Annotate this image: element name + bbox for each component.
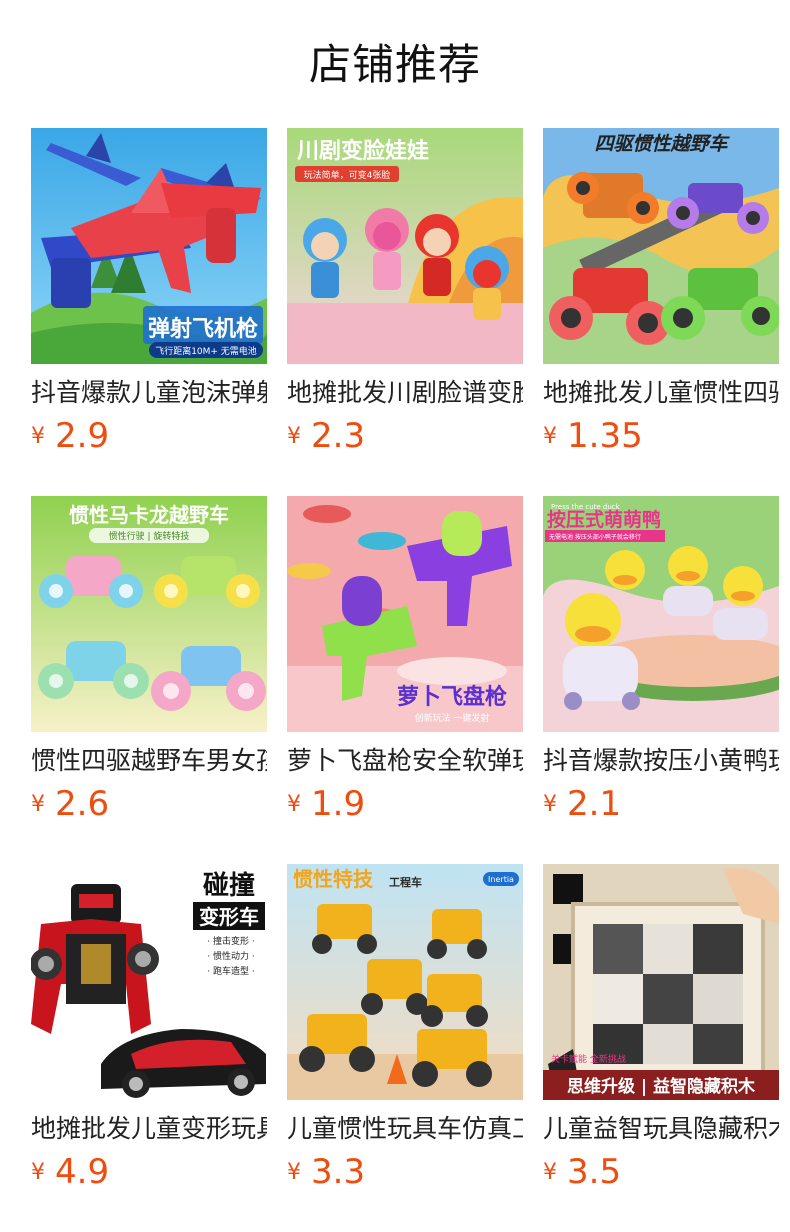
image-label: 四驱惯性越野车 <box>594 133 730 155</box>
image-bullet: · 跑车造型 · <box>207 965 254 977</box>
product-image[interactable]: 四驱惯性越野车 <box>543 128 779 364</box>
product-price: ¥3.3 <box>287 1150 365 1194</box>
product-image[interactable]: 川剧变脸娃娃 玩法简单，可变4张脸 <box>287 128 523 364</box>
product-name[interactable]: 地摊批发儿童惯性四驱越野车 <box>543 376 779 410</box>
currency-symbol: ¥ <box>287 424 301 449</box>
price-value: 1.9 <box>311 784 366 824</box>
image-label: 碰撞 <box>203 871 255 901</box>
image-label: 按压式萌萌鸭 <box>547 508 661 531</box>
image-sublabel: 玩法简单，可变4张脸 <box>304 169 391 181</box>
image-bullet: · 撞击变形 · <box>207 935 254 947</box>
product-card[interactable]: 四驱惯性越野车 地摊批发儿童惯性四驱越野车 ¥ <box>543 128 779 468</box>
product-image[interactable]: 碰撞 变形车 · 撞击变形 · · 惯性动力 · · 跑车造型 · <box>31 864 267 1100</box>
currency-symbol: ¥ <box>543 424 557 449</box>
product-price: ¥2.3 <box>287 414 365 458</box>
image-badge: Inertia <box>488 875 514 884</box>
price-value: 2.3 <box>311 416 366 456</box>
product-price: ¥2.6 <box>31 782 109 826</box>
image-label: 惯性马卡龙越野车 <box>69 503 229 527</box>
product-card[interactable]: 碰撞 变形车 · 撞击变形 · · 惯性动力 · · 跑车造型 · 地摊批发儿童… <box>31 864 267 1204</box>
image-label2: 变形车 <box>199 905 259 929</box>
currency-symbol: ¥ <box>31 792 45 817</box>
image-label: 弹射飞机枪 <box>148 316 258 342</box>
product-card[interactable]: Press the cute duck 按压式萌萌鸭 无需电池 按压头部小鸭子就… <box>543 496 779 836</box>
product-name[interactable]: 抖音爆款按压小黄鸭玩具 <box>543 744 779 778</box>
product-card[interactable]: 萝卜飞盘枪 创新玩法 一键发射 萝卜飞盘枪安全软弹玩具 ¥1.9 <box>287 496 523 836</box>
product-name[interactable]: 萝卜飞盘枪安全软弹玩具 <box>287 744 523 778</box>
product-image[interactable]: 萝卜飞盘枪 创新玩法 一键发射 <box>287 496 523 732</box>
product-name[interactable]: 地摊批发儿童变形玩具车 <box>31 1112 267 1146</box>
currency-symbol: ¥ <box>287 792 301 817</box>
image-label: 思维升级 | 益智隐藏积木 <box>567 1076 756 1097</box>
product-name[interactable]: 地摊批发川剧脸谱变脸娃娃 <box>287 376 523 410</box>
product-name[interactable]: 惯性四驱越野车男女孩玩具 <box>31 744 267 778</box>
product-image[interactable]: 弹射飞机枪 飞行距离10M+ 无需电池 <box>31 128 267 364</box>
product-image[interactable]: 关卡赋能 全新挑战 思维升级 | 益智隐藏积木 <box>543 864 779 1100</box>
product-image[interactable]: 惯性特技 工程车 Inertia <box>287 864 523 1100</box>
image-bullet: · 惯性动力 · <box>207 950 254 962</box>
price-value: 2.1 <box>567 784 622 824</box>
image-label: 萝卜飞盘枪 <box>397 684 507 710</box>
image-sublabel: 惯性行驶 | 旋转特技 <box>109 530 190 542</box>
product-card[interactable]: 惯性马卡龙越野车 惯性行驶 | 旋转特技 惯性四驱越野车男女 ¥ 2.6 <box>31 496 267 836</box>
product-card[interactable]: 弹射飞机枪 飞行距离10M+ 无需电池 抖音爆款儿童泡沫弹射飞机枪 ¥2.9 <box>31 128 267 468</box>
product-name[interactable]: 抖音爆款儿童泡沫弹射飞机枪 <box>31 376 267 410</box>
product-price: ¥2.9 <box>31 414 109 458</box>
product-card[interactable]: 惯性特技 工程车 Inertia 儿童惯性玩具车仿真 ¥ 3.3 <box>287 864 523 1204</box>
product-card[interactable]: 关卡赋能 全新挑战 思维升级 | 益智隐藏积木 儿童益智玩具隐藏积木 ¥3.5 <box>543 864 779 1204</box>
page-title: 店铺推荐 <box>308 40 481 89</box>
product-price: ¥1.35 <box>543 414 643 458</box>
currency-symbol: ¥ <box>287 1160 301 1185</box>
product-price: ¥3.5 <box>543 1150 621 1194</box>
product-name[interactable]: 儿童惯性玩具车仿真工程车 <box>287 1112 523 1146</box>
product-price: ¥2.1 <box>543 782 621 826</box>
currency-symbol: ¥ <box>31 1160 45 1185</box>
product-name[interactable]: 儿童益智玩具隐藏积木 <box>543 1112 779 1146</box>
price-value: 2.9 <box>55 416 110 456</box>
currency-symbol: ¥ <box>543 792 557 817</box>
price-value: 2.6 <box>55 784 110 824</box>
product-image[interactable]: Press the cute duck 按压式萌萌鸭 无需电池 按压头部小鸭子就… <box>543 496 779 732</box>
product-image[interactable]: 惯性马卡龙越野车 惯性行驶 | 旋转特技 <box>31 496 267 732</box>
image-sublabel: 无需电池 按压头部小鸭子就会移行 <box>549 533 641 541</box>
image-label-small: 工程车 <box>389 875 422 889</box>
image-label: 川剧变脸娃娃 <box>296 138 429 164</box>
price-value: 4.9 <box>55 1152 110 1192</box>
price-value: 3.5 <box>567 1152 622 1192</box>
image-sublabel: 创新玩法 一键发射 <box>415 712 490 724</box>
product-price: ¥1.9 <box>287 782 365 826</box>
currency-symbol: ¥ <box>543 1160 557 1185</box>
image-sublabel: 关卡赋能 全新挑战 <box>551 1053 626 1065</box>
image-sublabel: 飞行距离10M+ 无需电池 <box>155 345 257 357</box>
product-card[interactable]: 川剧变脸娃娃 玩法简单，可变4张脸 地摊批发川剧脸谱变 ¥ 2.3 <box>287 128 523 468</box>
image-label: 惯性特技 <box>293 867 374 891</box>
product-price: ¥4.9 <box>31 1150 109 1194</box>
currency-symbol: ¥ <box>31 424 45 449</box>
price-value: 1.35 <box>567 416 643 456</box>
price-value: 3.3 <box>311 1152 366 1192</box>
